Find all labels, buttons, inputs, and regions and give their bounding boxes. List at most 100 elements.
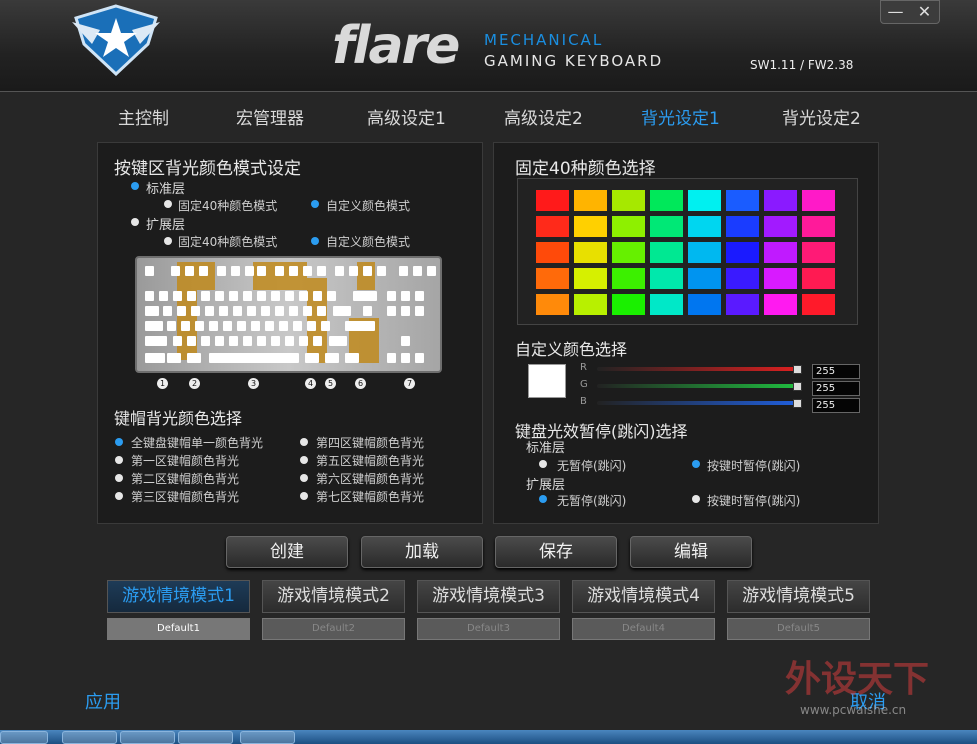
key[interactable] <box>321 321 330 331</box>
color-swatch[interactable] <box>764 268 797 289</box>
keyboard-layout[interactable] <box>135 256 442 373</box>
key[interactable] <box>401 306 410 316</box>
key[interactable] <box>159 291 168 301</box>
key[interactable] <box>187 291 196 301</box>
key[interactable] <box>167 353 181 363</box>
taskbar-item[interactable] <box>120 731 175 744</box>
keycap-option-radio[interactable] <box>300 456 308 464</box>
key[interactable] <box>167 321 176 331</box>
game-mode-4-tab[interactable]: 游戏情境模式4 <box>572 580 715 613</box>
key[interactable] <box>387 306 396 316</box>
key[interactable] <box>317 266 326 276</box>
profile-2-field[interactable]: Default2 <box>262 618 405 640</box>
key[interactable] <box>257 266 266 276</box>
color-swatch[interactable] <box>802 242 835 263</box>
std-custom-radio[interactable] <box>311 200 319 208</box>
keycap-option-radio[interactable] <box>300 492 308 500</box>
key[interactable] <box>415 353 424 363</box>
key[interactable] <box>173 336 182 346</box>
key[interactable] <box>363 306 372 316</box>
profile-1-field[interactable]: Default1 <box>107 618 250 640</box>
key[interactable] <box>145 353 165 363</box>
key[interactable] <box>299 336 308 346</box>
zone-6-badge[interactable]: 6 <box>355 378 366 389</box>
key[interactable] <box>345 353 359 363</box>
load-button[interactable]: 加载 <box>361 536 483 568</box>
color-swatch[interactable] <box>612 242 645 263</box>
close-button[interactable]: ✕ <box>910 1 939 23</box>
create-button[interactable]: 创建 <box>226 536 348 568</box>
key[interactable] <box>285 336 294 346</box>
key[interactable] <box>185 266 194 276</box>
color-swatch[interactable] <box>726 294 759 315</box>
keycap-option-radio[interactable] <box>300 438 308 446</box>
key[interactable] <box>353 291 377 301</box>
key[interactable] <box>413 266 422 276</box>
game-mode-1-tab[interactable]: 游戏情境模式1 <box>107 580 250 613</box>
color-swatch[interactable] <box>726 216 759 237</box>
color-swatch[interactable] <box>726 268 759 289</box>
profile-3-field[interactable]: Default3 <box>417 618 560 640</box>
key[interactable] <box>247 306 256 316</box>
key[interactable] <box>145 266 154 276</box>
key[interactable] <box>317 306 326 316</box>
key[interactable] <box>303 266 312 276</box>
color-swatch[interactable] <box>688 268 721 289</box>
key[interactable] <box>271 336 280 346</box>
color-swatch[interactable] <box>764 216 797 237</box>
rgb-r-slider[interactable] <box>597 367 802 371</box>
key[interactable] <box>243 291 252 301</box>
key[interactable] <box>219 306 228 316</box>
key[interactable] <box>201 336 210 346</box>
key[interactable] <box>223 321 232 331</box>
apply-button[interactable]: 应用 <box>85 688 121 714</box>
key[interactable] <box>275 266 284 276</box>
game-mode-5-tab[interactable]: 游戏情境模式5 <box>727 580 870 613</box>
key[interactable] <box>427 266 436 276</box>
tab-advanced-2[interactable]: 高级设定2 <box>504 104 583 129</box>
ext-key-pause-radio[interactable] <box>692 495 700 503</box>
zone-1-badge[interactable]: 1 <box>157 378 168 389</box>
key[interactable] <box>145 336 167 346</box>
key[interactable] <box>399 266 408 276</box>
color-swatch[interactable] <box>764 190 797 211</box>
key[interactable] <box>233 306 242 316</box>
color-swatch[interactable] <box>536 216 569 237</box>
key[interactable] <box>243 336 252 346</box>
color-swatch[interactable] <box>726 242 759 263</box>
color-swatch[interactable] <box>612 190 645 211</box>
color-swatch[interactable] <box>726 190 759 211</box>
zone-5-badge[interactable]: 5 <box>325 378 336 389</box>
key[interactable] <box>245 266 254 276</box>
rgb-r-value[interactable]: 255 <box>812 364 860 379</box>
key[interactable] <box>145 321 163 331</box>
key[interactable] <box>215 291 224 301</box>
key[interactable] <box>173 291 182 301</box>
color-swatch[interactable] <box>574 268 607 289</box>
profile-5-field[interactable]: Default5 <box>727 618 870 640</box>
game-mode-2-tab[interactable]: 游戏情境模式2 <box>262 580 405 613</box>
color-swatch[interactable] <box>802 268 835 289</box>
color-swatch[interactable] <box>650 242 683 263</box>
slider-thumb[interactable] <box>793 382 802 391</box>
color-swatch[interactable] <box>688 190 721 211</box>
keycap-option-radio[interactable] <box>115 456 123 464</box>
tab-backlight-1[interactable]: 背光设定1 <box>641 104 720 129</box>
rgb-b-slider[interactable] <box>597 401 802 405</box>
tab-main-control[interactable]: 主控制 <box>118 104 169 129</box>
slider-thumb[interactable] <box>793 365 802 374</box>
key[interactable] <box>401 336 410 346</box>
key[interactable] <box>333 306 351 316</box>
color-swatch[interactable] <box>574 216 607 237</box>
key[interactable] <box>145 306 159 316</box>
key[interactable] <box>261 306 270 316</box>
key[interactable] <box>299 291 308 301</box>
key[interactable] <box>303 306 312 316</box>
color-swatch[interactable] <box>650 268 683 289</box>
rgb-g-slider[interactable] <box>597 384 802 388</box>
std-fixed40-radio[interactable] <box>164 200 172 208</box>
color-swatch[interactable] <box>764 294 797 315</box>
edit-button[interactable]: 编辑 <box>630 536 752 568</box>
key[interactable] <box>401 353 410 363</box>
key[interactable] <box>229 336 238 346</box>
